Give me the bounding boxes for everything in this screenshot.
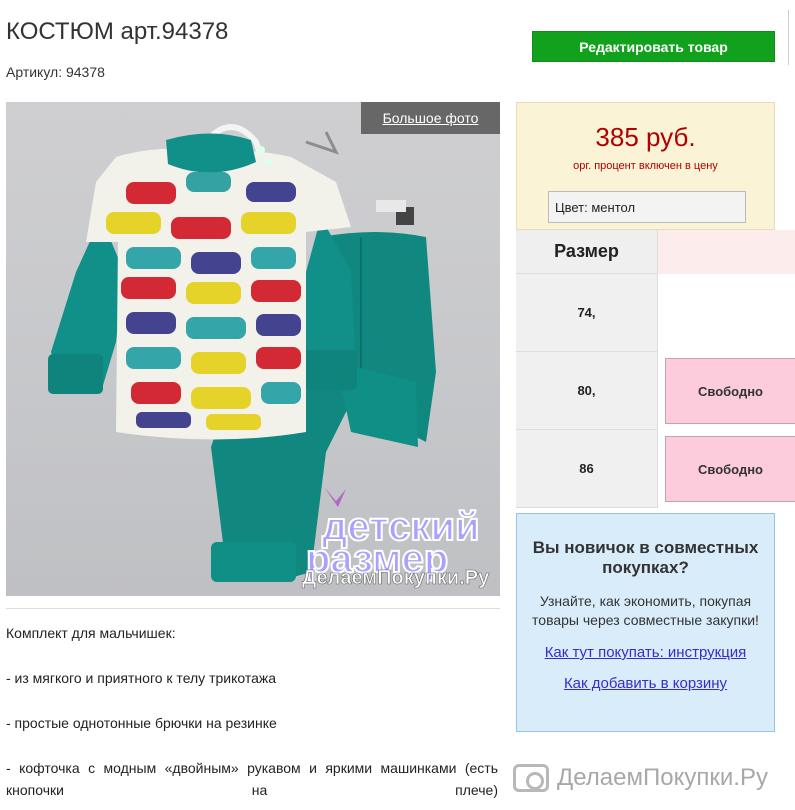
status-cell: Свободно: [658, 352, 795, 430]
size-cell: 86: [516, 430, 658, 508]
product-title: КОСТЮМ арт.94378: [6, 18, 229, 45]
price-box: 385 руб. орг. процент включен в цену Цве…: [516, 102, 775, 230]
description-line: Комплект для мальчишек:: [6, 625, 176, 641]
product-illustration: детский размер ДелаемПокупки.Ру: [48, 124, 490, 589]
description-line: - простые однотонные брючки на резинке: [6, 715, 277, 731]
status-cell: Свободно: [658, 430, 795, 508]
description-line: - из мягкого и приятного к телу трикотаж…: [6, 670, 277, 686]
size-header: Размер: [516, 230, 658, 274]
divider: [788, 10, 789, 65]
size-cell: 80,: [516, 352, 658, 430]
product-description: Комплект для мальчишек: - из мягкого и п…: [6, 622, 498, 801]
big-photo-link[interactable]: Большое фото: [361, 102, 500, 134]
site-watermark: ДелаемПокупки.Ру: [513, 764, 768, 792]
price-value: 385 руб.: [595, 122, 696, 152]
newbie-info-box: Вы новичок в совместных покупках? Узнайт…: [516, 513, 775, 732]
how-to-buy-link[interactable]: Как тут покупать: инструкция: [517, 644, 774, 661]
price-note: орг. процент включен в цену: [573, 160, 718, 172]
edit-product-button[interactable]: Редактировать товар: [532, 31, 775, 62]
article-number: Артикул: 94378: [6, 64, 105, 80]
photo-watermark-line3: ДелаемПокупки.Ру: [302, 567, 490, 589]
size-cell: 74,: [516, 274, 658, 352]
color-field: Цвет: ментол: [548, 191, 746, 223]
free-size-button[interactable]: Свободно: [665, 436, 795, 502]
status-header: [658, 230, 795, 274]
status-cell: [658, 274, 795, 352]
newbie-heading: Вы новичок в совместных покупках?: [532, 538, 759, 577]
description-line: - кофточка с модным «двойным» рукавом и …: [6, 760, 498, 798]
watermark-text: ДелаемПокупки.Ру: [557, 764, 768, 791]
divider: [6, 608, 500, 609]
free-size-button[interactable]: Свободно: [665, 358, 795, 424]
how-to-add-to-cart-link[interactable]: Как добавить в корзину: [517, 675, 774, 692]
newbie-text: Узнайте, как экономить, покупая товары ч…: [532, 593, 759, 628]
product-photo[interactable]: детский размер ДелаемПокупки.Ру: [6, 102, 500, 596]
wallet-icon: [513, 764, 549, 792]
